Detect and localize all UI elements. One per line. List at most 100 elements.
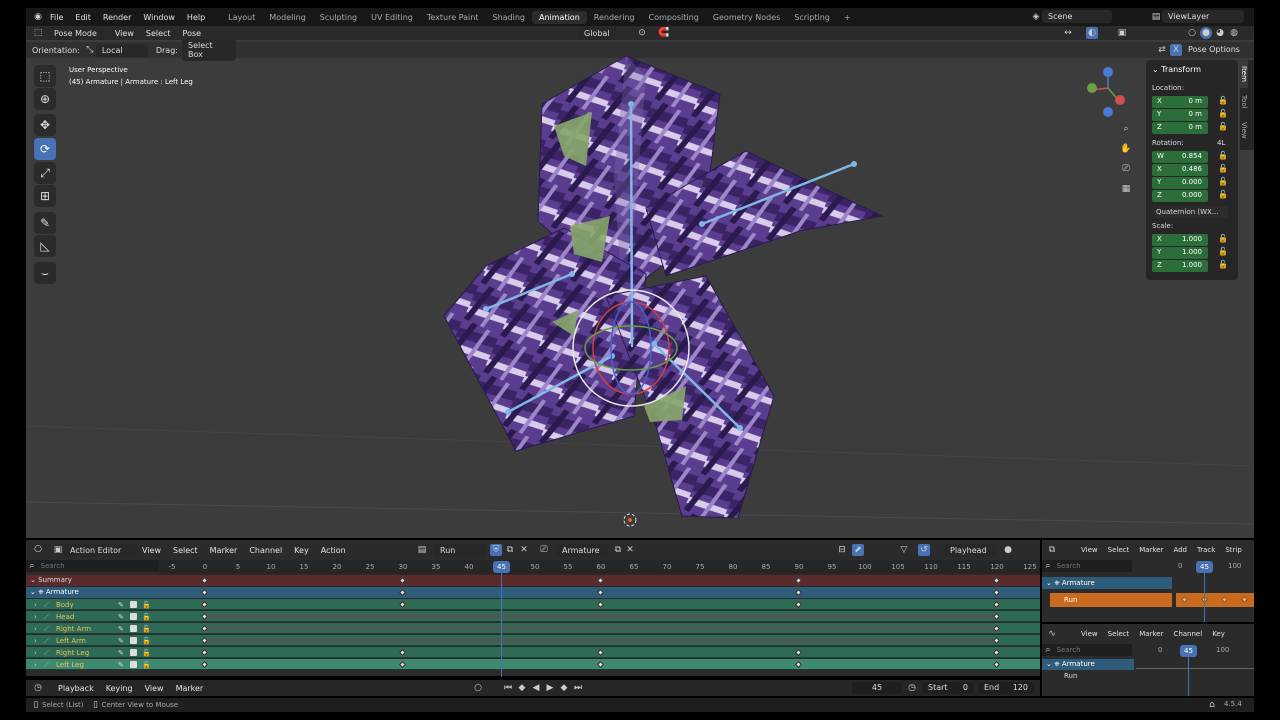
play-reverse-icon[interactable]: ◀	[530, 682, 542, 694]
unlink-action-icon[interactable]: ✕	[518, 544, 530, 556]
dopesheet-icon[interactable]: ⎔	[32, 544, 44, 556]
tab-view[interactable]: View	[1240, 116, 1248, 144]
menu-edit[interactable]: Edit	[69, 13, 97, 22]
menu-window[interactable]: Window	[137, 13, 181, 22]
action-menu-key[interactable]: Key	[288, 546, 315, 555]
navigation-gizmo[interactable]	[1087, 67, 1125, 117]
clock-icon[interactable]: ◷	[906, 682, 918, 694]
jump-start-icon[interactable]: ⏮	[502, 682, 514, 694]
action-menu-channel[interactable]: Channel	[243, 546, 288, 555]
lock-icon[interactable]: 🔓	[142, 599, 151, 611]
channel-search-input[interactable]: Search	[41, 562, 65, 570]
nla-menu-add[interactable]: Add	[1168, 546, 1192, 554]
nla-menu-marker[interactable]: Marker	[1134, 546, 1168, 554]
object-name-field[interactable]: Armature	[556, 543, 608, 557]
mute-checkbox[interactable]	[130, 613, 137, 620]
graph-menu-key[interactable]: Key	[1207, 630, 1230, 638]
cursor-tool[interactable]: ⊕	[34, 88, 56, 110]
viewlayer-name[interactable]: ViewLayer	[1162, 10, 1244, 23]
mute-checkbox[interactable]	[130, 637, 137, 644]
scale-y-field[interactable]: Y 1.000	[1152, 247, 1208, 259]
rotate-tool[interactable]: ⟳	[34, 138, 56, 160]
snap-mode-dropdown[interactable]: Playhead	[944, 543, 996, 557]
zoom-icon[interactable]: ⌕	[1120, 123, 1132, 135]
channel-row-body[interactable]	[26, 599, 1040, 610]
camera-icon[interactable]: ⎚	[1120, 163, 1132, 175]
mute-checkbox[interactable]	[130, 661, 137, 668]
action-name-field[interactable]: Run	[434, 543, 486, 557]
record-icon[interactable]: ○	[472, 682, 484, 694]
location-z-field[interactable]: Z 0 m	[1152, 122, 1208, 134]
tab-texture-paint[interactable]: Texture Paint	[420, 11, 486, 24]
mute-checkbox[interactable]	[130, 649, 137, 656]
graph-curve[interactable]	[1136, 668, 1254, 669]
nla-object-row[interactable]: ⌄ ⎈ Armature	[1042, 577, 1172, 589]
graph-editor-icon[interactable]: ∿	[1046, 628, 1058, 640]
tab-sculpting[interactable]: Sculpting	[313, 11, 364, 24]
object-row[interactable]: ⌄ ⎈ Armature	[26, 587, 1040, 598]
action-menu-select[interactable]: Select	[167, 546, 204, 555]
lock-icon[interactable]: 🔓	[1218, 96, 1228, 105]
filter-icon[interactable]: ⊟	[836, 544, 848, 556]
nla-strip[interactable]	[1176, 593, 1254, 607]
lock-icon[interactable]: 🔓	[1218, 164, 1228, 173]
fake-user-icon[interactable]: ⛨	[490, 544, 502, 556]
tab-compositing[interactable]: Compositing	[642, 11, 706, 24]
rotation-mode-dropdown[interactable]: Quaternion (WX...	[1152, 206, 1228, 218]
add-workspace-button[interactable]: +	[837, 11, 858, 24]
lock-icon[interactable]: 🔓	[142, 635, 151, 647]
blender-logo-icon[interactable]: ◉	[32, 11, 44, 23]
graph-menu-select[interactable]: Select	[1103, 630, 1135, 638]
tab-uv-editing[interactable]: UV Editing	[364, 11, 420, 24]
graph-search[interactable]: ⌕ Search	[1042, 644, 1132, 656]
unlink-slot-icon[interactable]: ✕	[624, 544, 636, 556]
rotation-w-field[interactable]: W 0.854	[1152, 151, 1208, 163]
menu-file[interactable]: File	[44, 13, 69, 22]
wrench-icon[interactable]: ✎	[118, 599, 124, 611]
timeline-menu-playback[interactable]: Playback	[52, 684, 100, 693]
timeline-menu-view[interactable]: View	[139, 684, 170, 693]
lock-icon[interactable]: 🔓	[1218, 260, 1228, 269]
rotation-y-field[interactable]: Y 0.000	[1152, 177, 1208, 189]
mute-checkbox[interactable]	[130, 601, 137, 608]
wrench-icon[interactable]: ✎	[118, 611, 124, 623]
pose-tool[interactable]: ⌣	[34, 262, 56, 284]
wrench-icon[interactable]: ✎	[118, 647, 124, 659]
move-tool[interactable]: ✥	[34, 114, 56, 136]
lock-icon[interactable]: 🔓	[1218, 247, 1228, 256]
nla-menu-view[interactable]: View	[1076, 546, 1103, 554]
nla-menu-track[interactable]: Track	[1192, 546, 1220, 554]
graph-action-row[interactable]: Run	[1050, 671, 1134, 682]
start-frame-field[interactable]: Start 0	[922, 682, 974, 694]
nla-menu-select[interactable]: Select	[1103, 546, 1135, 554]
action-menu-view[interactable]: View	[136, 546, 167, 555]
scale-x-field[interactable]: X 1.000	[1152, 234, 1208, 246]
next-key-icon[interactable]: ◆	[558, 682, 570, 694]
wrench-icon[interactable]: ✎	[118, 623, 124, 635]
action-menu-action[interactable]: Action	[315, 546, 352, 555]
lock-icon[interactable]: 🔓	[142, 623, 151, 635]
graph-object-row[interactable]: ⌄ ⎈ Armature	[1042, 659, 1134, 670]
tab-shading[interactable]: Shading	[485, 11, 532, 24]
chevron-right-icon[interactable]: ›	[34, 599, 37, 611]
select-icon[interactable]: ⬈	[852, 544, 864, 556]
channel-row-left-leg[interactable]	[26, 659, 1040, 670]
auto-snap-icon[interactable]: ↺	[918, 544, 930, 556]
tab-layout[interactable]: Layout	[221, 11, 262, 24]
tab-scripting[interactable]: Scripting	[787, 11, 837, 24]
chevron-right-icon[interactable]: ›	[34, 659, 37, 671]
summary-row[interactable]: ⌄ Summary	[26, 575, 1040, 586]
duplicate-slot-icon[interactable]: ⧉	[612, 544, 624, 556]
current-frame-field[interactable]: 45	[852, 682, 902, 694]
channel-row-right-leg[interactable]	[26, 647, 1040, 658]
scale-z-field[interactable]: Z 1.000	[1152, 260, 1208, 272]
funnel-icon[interactable]: ▽	[898, 544, 910, 556]
tab-item[interactable]: Item	[1240, 60, 1248, 88]
graph-menu-view[interactable]: View	[1076, 630, 1103, 638]
viewlayer-selector[interactable]: ▤ ViewLayer	[1150, 10, 1244, 23]
chevron-right-icon[interactable]: ›	[34, 635, 37, 647]
menu-help[interactable]: Help	[181, 13, 211, 22]
scene-selector[interactable]: ◈ Scene	[1030, 10, 1112, 23]
3d-cursor[interactable]	[623, 513, 637, 527]
wrench-icon[interactable]: ✎	[118, 635, 124, 647]
